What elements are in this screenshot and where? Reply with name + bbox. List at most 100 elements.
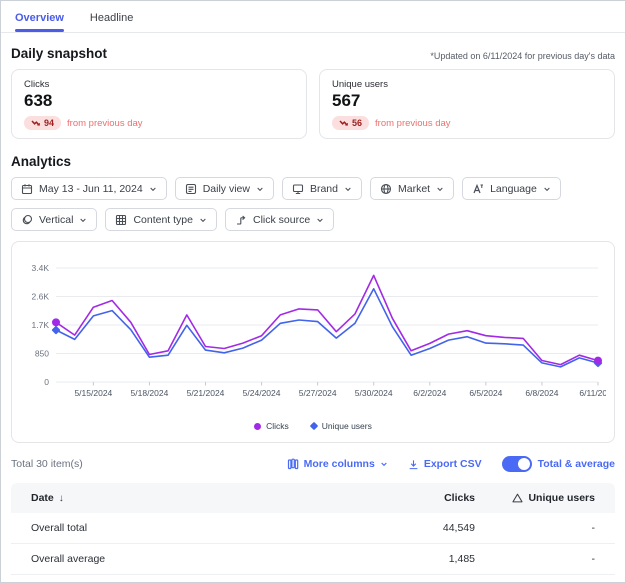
svg-text:2.6K: 2.6K: [32, 292, 50, 302]
language-label: Language: [490, 183, 537, 195]
chevron-down-icon: [380, 460, 388, 468]
clicks-delta-value: 94: [44, 118, 54, 128]
trending-down-icon: [339, 119, 349, 128]
unique-users-delta-value: 56: [352, 118, 362, 128]
unique-users-card: Unique users 567 56 from previous day: [319, 69, 615, 139]
svg-text:0: 0: [44, 377, 49, 387]
view-granularity-filter[interactable]: Daily view: [175, 177, 274, 200]
svg-text:6/8/2024: 6/8/2024: [525, 388, 558, 398]
svg-text:5/30/2024: 5/30/2024: [355, 388, 393, 398]
data-table: Date ↓ Clicks Unique users Overall total…: [11, 483, 615, 583]
chevron-down-icon: [344, 185, 352, 193]
more-columns-button[interactable]: More columns: [287, 458, 388, 470]
chevron-down-icon: [256, 185, 264, 193]
table-row[interactable]: Overall average 1,485 -: [11, 544, 615, 575]
clicks-delta-badge: 94: [24, 116, 61, 130]
tab-bar: Overview Headline: [1, 1, 625, 33]
brand-label: Brand: [310, 183, 338, 195]
unique-users-card-value: 567: [332, 91, 602, 111]
filter-bar: May 13 - Jun 11, 2024 Daily view Brand M…: [11, 177, 615, 231]
row-unique-cell: -: [475, 522, 615, 534]
columns-icon: [287, 458, 299, 470]
click-path-icon: [235, 214, 247, 226]
unique-users-column-label: Unique users: [528, 492, 595, 504]
calendar-icon: [21, 183, 33, 195]
trending-down-icon: [31, 119, 41, 128]
warning-triangle-icon: [512, 493, 523, 503]
download-icon: [408, 459, 419, 470]
export-csv-label: Export CSV: [424, 458, 482, 470]
export-csv-button[interactable]: Export CSV: [408, 458, 482, 470]
date-range-label: May 13 - Jun 11, 2024: [39, 183, 143, 195]
unique-users-delta-badge: 56: [332, 116, 369, 130]
row-date-cell: Overall average: [11, 553, 335, 565]
toggle-knob: [518, 458, 530, 470]
snapshot-cards: Clicks 638 94 from previous day Unique u…: [11, 69, 615, 139]
table-toolbar: Total 30 item(s) More columns Export CSV…: [11, 453, 615, 475]
chevron-down-icon: [79, 216, 87, 224]
svg-text:6/5/2024: 6/5/2024: [469, 388, 502, 398]
language-filter[interactable]: Language: [462, 177, 561, 200]
updated-note: *Updated on 6/11/2024 for previous day's…: [430, 51, 615, 61]
date-range-filter[interactable]: May 13 - Jun 11, 2024: [11, 177, 167, 200]
grid-icon: [115, 214, 127, 226]
row-clicks-cell: 44,549: [335, 522, 475, 534]
globe-icon: [380, 183, 392, 195]
date-column-label: Date: [31, 492, 54, 504]
more-columns-label: More columns: [304, 458, 375, 470]
click-source-filter[interactable]: Click source: [225, 208, 334, 231]
table-row[interactable]: Overall total 44,549 -: [11, 513, 615, 544]
row-date-cell: Overall total: [11, 522, 335, 534]
table-row[interactable]: 6/11/2024 638 567: [11, 575, 615, 583]
legend-clicks[interactable]: Clicks: [254, 421, 289, 431]
sort-descending-icon[interactable]: ↓: [59, 493, 64, 504]
legend-unique-users[interactable]: Unique users: [311, 421, 372, 431]
chevron-down-icon: [199, 216, 207, 224]
content-type-filter[interactable]: Content type: [105, 208, 217, 231]
clicks-card-label: Clicks: [24, 79, 294, 90]
tab-overview[interactable]: Overview: [15, 12, 64, 32]
clicks-card-value: 638: [24, 91, 294, 111]
chart-legend: Clicks Unique users: [22, 421, 604, 431]
row-clicks-cell: 1,485: [335, 553, 475, 565]
svg-text:5/18/2024: 5/18/2024: [131, 388, 169, 398]
svg-text:5/21/2024: 5/21/2024: [187, 388, 225, 398]
svg-text:6/11/2024: 6/11/2024: [579, 388, 606, 398]
daily-view-label: Daily view: [203, 183, 250, 195]
brand-filter[interactable]: Brand: [282, 177, 362, 200]
svg-text:3.4K: 3.4K: [32, 263, 50, 273]
analytics-title: Analytics: [11, 154, 71, 169]
clicks-card: Clicks 638 94 from previous day: [11, 69, 307, 139]
daily-snapshot-title: Daily snapshot: [11, 46, 107, 61]
total-average-toggle[interactable]: Total & average: [502, 456, 615, 472]
chevron-down-icon: [316, 216, 324, 224]
unique-users-delta-note: from previous day: [375, 118, 451, 129]
svg-text:5/15/2024: 5/15/2024: [74, 388, 112, 398]
column-date[interactable]: Date ↓: [11, 492, 335, 504]
toggle-switch[interactable]: [502, 456, 532, 472]
layers-icon: [21, 214, 33, 226]
language-icon: [472, 183, 484, 195]
tab-headline[interactable]: Headline: [90, 12, 133, 32]
market-label: Market: [398, 183, 430, 195]
row-unique-cell: -: [475, 553, 615, 565]
chevron-down-icon: [436, 185, 444, 193]
toggle-label: Total & average: [538, 458, 615, 470]
vertical-label: Vertical: [39, 214, 73, 226]
unique-users-marker-icon: [310, 422, 318, 430]
svg-text:6/2/2024: 6/2/2024: [413, 388, 446, 398]
table-header: Date ↓ Clicks Unique users: [11, 483, 615, 513]
column-unique-users[interactable]: Unique users: [475, 492, 615, 504]
market-filter[interactable]: Market: [370, 177, 454, 200]
svg-text:1.7K: 1.7K: [32, 320, 50, 330]
total-items-text: Total 30 item(s): [11, 458, 83, 470]
legend-clicks-label: Clicks: [266, 421, 289, 431]
clicks-marker-icon: [254, 423, 261, 430]
monitor-icon: [292, 183, 304, 195]
column-clicks[interactable]: Clicks: [335, 492, 475, 504]
legend-unique-users-label: Unique users: [322, 421, 372, 431]
svg-text:5/27/2024: 5/27/2024: [299, 388, 337, 398]
line-chart[interactable]: 08501.7K2.6K3.4K5/15/20245/18/20245/21/2…: [22, 258, 606, 414]
content-type-label: Content type: [133, 214, 193, 226]
vertical-filter[interactable]: Vertical: [11, 208, 97, 231]
